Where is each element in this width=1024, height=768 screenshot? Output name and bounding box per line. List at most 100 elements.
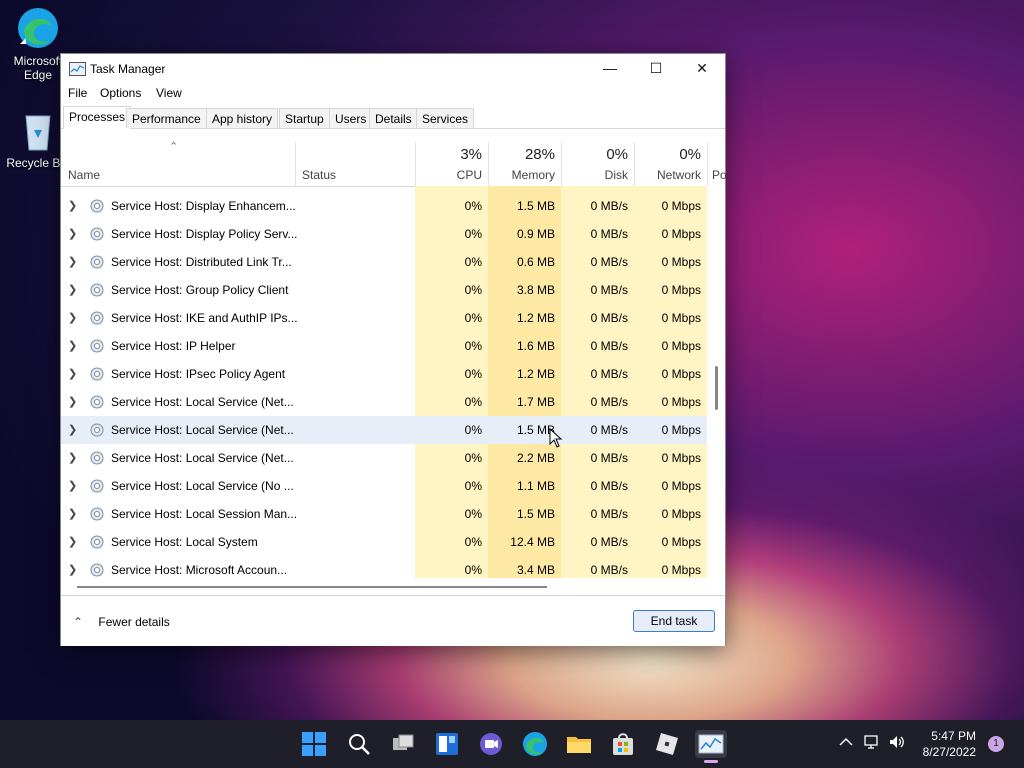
task-manager-window: Task Manager — ☐ ✕ File Options View Pro…: [60, 53, 726, 646]
cell-cpu: 0%: [415, 500, 488, 528]
menu-view[interactable]: View: [156, 86, 182, 100]
active-app-indicator: [704, 760, 718, 763]
vertical-scrollbar[interactable]: [711, 186, 723, 578]
menu-file[interactable]: File: [68, 86, 87, 100]
cell-cpu: 0%: [415, 192, 488, 220]
show-hidden-icons[interactable]: [838, 734, 854, 753]
service-gear-icon: [89, 310, 105, 326]
tab-performance[interactable]: Performance: [126, 108, 207, 128]
chevron-right-icon[interactable]: ❯: [68, 367, 77, 380]
cell-cpu: 0%: [415, 528, 488, 556]
cell-disk: 0 MB/s: [561, 332, 634, 360]
chevron-right-icon[interactable]: ❯: [68, 563, 77, 576]
table-row[interactable]: ❯ Service Host: Local System 0% 12.4 MB 0 MB…: [61, 528, 707, 556]
horizontal-scroll-thumb[interactable]: [77, 586, 547, 588]
service-gear-icon: [89, 478, 105, 494]
column-memory[interactable]: 28% Memory: [488, 142, 561, 186]
cell-network: 0 Mbps: [634, 556, 707, 578]
chevron-right-icon[interactable]: ❯: [68, 507, 77, 520]
tab-services[interactable]: Services: [416, 108, 475, 128]
column-power[interactable]: Po: [707, 142, 726, 186]
search-button[interactable]: [345, 730, 373, 758]
end-task-button[interactable]: End task: [633, 610, 715, 632]
tab-users[interactable]: Users: [329, 108, 373, 128]
tab-details[interactable]: Details: [369, 108, 418, 128]
process-name: Service Host: IPsec Policy Agent: [111, 367, 286, 381]
cell-network: 0 Mbps: [634, 388, 707, 416]
column-name[interactable]: ⌃ Name: [61, 141, 295, 186]
cell-memory: 1.2 MB: [488, 304, 561, 332]
cell-disk: 0 MB/s: [561, 500, 634, 528]
widgets-button[interactable]: [433, 730, 461, 758]
table-row[interactable]: ❯ Service Host: Local Service (No ... 0% 1.…: [61, 472, 707, 500]
window-title: Task Manager: [90, 62, 166, 76]
chat-button[interactable]: [477, 730, 505, 758]
chevron-right-icon[interactable]: ❯: [68, 255, 77, 268]
column-name-label: Name: [68, 168, 101, 182]
table-row[interactable]: ❯ Service Host: Local Session Man... 0% 1.5…: [61, 500, 707, 528]
table-row[interactable]: ❯ Service Host: Display Enhancem... 0% 1.5 …: [61, 192, 707, 220]
tab-app-history[interactable]: App history: [206, 108, 279, 128]
table-row[interactable]: ❯ Service Host: Local Service (Net... 0% 1.…: [61, 416, 707, 444]
close-button[interactable]: ✕: [679, 54, 725, 84]
column-network[interactable]: 0% Network: [634, 142, 707, 186]
table-row[interactable]: ❯ Service Host: IPsec Policy Agent 0% 1.2 M…: [61, 360, 707, 388]
file-explorer-button[interactable]: [565, 730, 593, 758]
column-cpu-label: CPU: [456, 168, 482, 182]
task-view-button[interactable]: [389, 730, 417, 758]
table-row[interactable]: ❯ Service Host: IP Helper 0% 1.6 MB 0 MB/s 0 …: [61, 332, 707, 360]
maximize-button[interactable]: ☐: [633, 54, 679, 84]
service-gear-icon: [89, 506, 105, 522]
chevron-right-icon[interactable]: ❯: [68, 479, 77, 492]
mouse-cursor-icon: [549, 427, 563, 451]
minimize-button[interactable]: —: [587, 54, 633, 84]
table-row[interactable]: ❯ Service Host: Local Service (Net... 0% 1.…: [61, 388, 707, 416]
table-row[interactable]: ❯ Service Host: Display Policy Serv... 0% 0…: [61, 220, 707, 248]
table-row[interactable]: ❯ Service Host: Local Service (Net... 0% 2.…: [61, 444, 707, 472]
task-manager-icon: [698, 734, 724, 754]
table-row[interactable]: ❯ Service Host: Group Policy Client 0% 3.8 …: [61, 276, 707, 304]
cell-disk: 0 MB/s: [561, 416, 634, 444]
chevron-right-icon[interactable]: ❯: [68, 535, 77, 548]
table-row[interactable]: ❯ Service Host: IKE and AuthIP IPs... 0% 1.…: [61, 304, 707, 332]
title-bar[interactable]: Task Manager — ☐ ✕: [61, 54, 725, 84]
tab-startup[interactable]: Startup: [279, 108, 330, 128]
chevron-right-icon[interactable]: ❯: [68, 451, 77, 464]
column-disk-label: Disk: [604, 168, 628, 182]
notification-badge[interactable]: 1: [988, 736, 1004, 752]
table-row[interactable]: ❯ Service Host: Microsoft Accoun... 0% 3.4 …: [61, 556, 707, 578]
task-manager-taskbar-button[interactable]: [695, 730, 727, 763]
edge-taskbar-button[interactable]: [521, 730, 549, 758]
roblox-button[interactable]: [653, 730, 681, 758]
column-status[interactable]: Status: [295, 142, 415, 186]
column-disk[interactable]: 0% Disk: [561, 142, 634, 186]
vertical-scroll-thumb[interactable]: [715, 366, 718, 410]
fewer-details-toggle[interactable]: ⌃ Fewer details: [73, 615, 170, 629]
tab-processes[interactable]: Processes: [63, 106, 132, 129]
cell-cpu: 0%: [415, 360, 488, 388]
store-button[interactable]: [609, 730, 637, 758]
cell-network: 0 Mbps: [634, 416, 707, 444]
horizontal-scrollbar[interactable]: [61, 580, 707, 592]
chevron-right-icon[interactable]: ❯: [68, 423, 77, 436]
column-cpu[interactable]: 3% CPU: [415, 142, 488, 186]
cell-memory: 1.1 MB: [488, 472, 561, 500]
cell-memory: 1.2 MB: [488, 360, 561, 388]
chevron-right-icon[interactable]: ❯: [68, 311, 77, 324]
chevron-right-icon[interactable]: ❯: [68, 199, 77, 212]
chevron-right-icon[interactable]: ❯: [68, 395, 77, 408]
cell-cpu: 0%: [415, 220, 488, 248]
service-gear-icon: [89, 534, 105, 550]
system-clock[interactable]: 5:47 PM 8/27/2022: [880, 728, 976, 760]
table-row[interactable]: ❯ Service Host: Distributed Link Tr... 0% 0…: [61, 248, 707, 276]
cell-disk: 0 MB/s: [561, 360, 634, 388]
chevron-right-icon[interactable]: ❯: [68, 283, 77, 296]
start-button[interactable]: [300, 730, 328, 758]
menu-options[interactable]: Options: [100, 86, 141, 100]
cell-network: 0 Mbps: [634, 248, 707, 276]
chevron-right-icon[interactable]: ❯: [68, 339, 77, 352]
chevron-right-icon[interactable]: ❯: [68, 227, 77, 240]
service-gear-icon: [89, 450, 105, 466]
taskbar: 5:47 PM 8/27/2022: [0, 720, 1024, 768]
cell-network: 0 Mbps: [634, 304, 707, 332]
